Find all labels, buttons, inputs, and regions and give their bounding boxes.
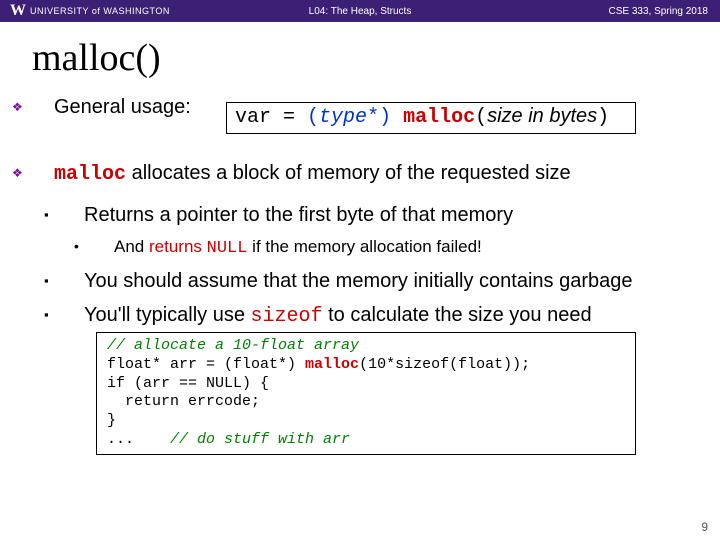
uw-text: UNIVERSITY of WASHINGTON [30, 6, 170, 16]
returns-ptr-text: Returns a pointer to the first byte of t… [84, 204, 513, 226]
code-l4: return errcode; [107, 393, 260, 410]
garbage-text: You should assume that the memory initia… [84, 270, 632, 292]
bullet-malloc-desc: ❖malloc allocates a block of memory of t… [34, 160, 690, 188]
bullet-garbage: ▪You should assume that the memory initi… [64, 268, 690, 294]
slide-title: malloc() [32, 36, 720, 80]
code-example: // allocate a 10-float array float* arr … [96, 332, 636, 455]
diamond-bullet-icon: ❖ [34, 100, 54, 116]
square-bullet-icon: ▪ [64, 273, 84, 290]
diamond-bullet-icon: ❖ [34, 166, 54, 182]
code-l3: if (arr == NULL) { [107, 375, 269, 392]
slide-body: ❖General usage: ❖malloc allocates a bloc… [0, 94, 720, 455]
sizeof-c: to calculate the size you need [323, 304, 592, 326]
square-bullet-icon: ▪ [64, 207, 84, 224]
slide-header: W UNIVERSITY of WASHINGTON L04: The Heap… [0, 0, 720, 22]
dot-bullet-icon: • [94, 237, 114, 255]
code-l2a: float* arr = (float*) [107, 356, 305, 373]
code-l2c: (10*sizeof(float)); [359, 356, 530, 373]
uw-logo: W [10, 2, 26, 20]
bullet-usage: ❖General usage: [34, 94, 690, 146]
null-d: if the memory allocation failed! [247, 237, 481, 256]
null-c: NULL [207, 239, 248, 258]
course-term: CSE 333, Spring 2018 [608, 6, 720, 17]
bullet-returns-ptr: ▪Returns a pointer to the first byte of … [64, 202, 690, 228]
uw-brand: W UNIVERSITY of WASHINGTON [0, 2, 170, 20]
code-l1: // allocate a 10-float array [107, 337, 359, 354]
malloc-keyword: malloc [54, 163, 126, 186]
code-l2b: malloc [305, 356, 359, 373]
page-number: 9 [701, 520, 708, 534]
sizeof-b: sizeof [251, 305, 323, 328]
bullet-returns-null: •And returns NULL if the memory allocati… [94, 236, 690, 260]
code-l5: } [107, 412, 116, 429]
null-b: returns [149, 237, 207, 256]
malloc-desc-text: allocates a block of memory of the reque… [126, 162, 571, 184]
lecture-title: L04: The Heap, Structs [309, 6, 412, 17]
code-l6b: // do stuff with arr [170, 431, 350, 448]
null-a: And [114, 237, 149, 256]
bullet-usage-text: General usage: [54, 96, 191, 118]
sizeof-a: You'll typically use [84, 304, 251, 326]
bullet-sizeof: ▪You'll typically use sizeof to calculat… [64, 302, 690, 330]
square-bullet-icon: ▪ [64, 307, 84, 324]
code-l6a: ... [107, 431, 170, 448]
